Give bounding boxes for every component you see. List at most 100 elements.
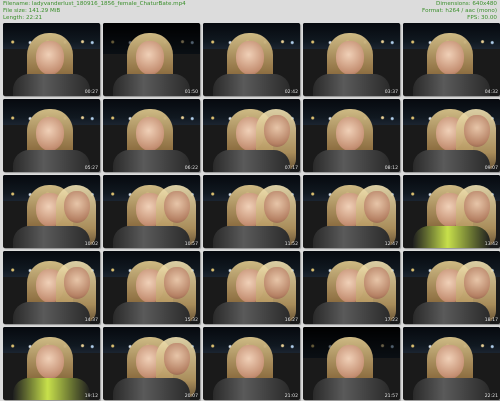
person2-face xyxy=(464,267,490,299)
timestamp-label: 14:37 xyxy=(84,318,98,323)
person-shirt xyxy=(213,150,290,172)
person-face xyxy=(436,41,464,75)
person-face xyxy=(36,41,64,75)
person-shirt xyxy=(113,74,190,96)
person-shirt xyxy=(413,302,490,324)
timestamp-label: 22:21 xyxy=(484,394,498,399)
thumbnail[interactable]: 08:12 xyxy=(303,99,400,172)
timestamp-label: 11:52 xyxy=(284,242,298,247)
person2-face xyxy=(164,191,190,223)
timestamp-label: 16:27 xyxy=(284,318,298,323)
timestamp-label: 09:07 xyxy=(484,166,498,171)
person-face xyxy=(36,345,64,379)
timestamp-label: 19:12 xyxy=(84,394,98,399)
thumbnail[interactable]: 09:07 xyxy=(403,99,500,172)
thumbnail[interactable]: 05:27 xyxy=(3,99,100,172)
thumbnail[interactable]: 22:21 xyxy=(403,327,500,400)
person-shirt xyxy=(113,150,190,172)
timestamp-label: 08:12 xyxy=(384,166,398,171)
filesize-label: File size: 141.29 MiB xyxy=(3,8,61,14)
person-face xyxy=(336,117,364,151)
person-shirt xyxy=(413,74,490,96)
person-face xyxy=(236,345,264,379)
thumbnail[interactable]: 02:42 xyxy=(203,23,300,96)
person2-face xyxy=(164,343,190,375)
person-shirt xyxy=(313,226,390,248)
thumbnail[interactable]: 03:37 xyxy=(303,23,400,96)
thumbnail[interactable]: 00:27 xyxy=(3,23,100,96)
person-shirt xyxy=(213,74,290,96)
timestamp-label: 03:37 xyxy=(384,90,398,95)
person-face xyxy=(236,41,264,75)
thumbnail[interactable]: 18:17 xyxy=(403,251,500,324)
thumbnail[interactable]: 15:32 xyxy=(103,251,200,324)
person-shirt xyxy=(413,226,490,248)
person-face xyxy=(336,345,364,379)
person2-face xyxy=(264,191,290,223)
length-label: Length: 22:21 xyxy=(3,15,43,21)
person-shirt xyxy=(313,150,390,172)
person-shirt xyxy=(313,74,390,96)
dimensions-label: Dimensions: 640x480 xyxy=(436,1,497,7)
timestamp-label: 17:22 xyxy=(384,318,398,323)
timestamp-label: 05:27 xyxy=(84,166,98,171)
timestamp-label: 12:47 xyxy=(384,242,398,247)
person2-face xyxy=(264,267,290,299)
person-shirt xyxy=(113,302,190,324)
thumbnail[interactable]: 06:22 xyxy=(103,99,200,172)
person-shirt xyxy=(413,150,490,172)
person-face xyxy=(436,345,464,379)
person-shirt xyxy=(113,378,190,400)
timestamp-label: 00:27 xyxy=(84,90,98,95)
person-shirt xyxy=(313,302,390,324)
person2-face xyxy=(364,191,390,223)
file-info-left: Filename: ladyvanderlust_180916_1856_fem… xyxy=(3,1,186,22)
thumbnail[interactable]: 17:22 xyxy=(303,251,400,324)
person2-face xyxy=(64,191,90,223)
thumbnail[interactable]: 10:02 xyxy=(3,175,100,248)
thumbnail[interactable]: 10:57 xyxy=(103,175,200,248)
thumbnail[interactable]: 01:50 xyxy=(103,23,200,96)
thumbnail[interactable]: 12:47 xyxy=(303,175,400,248)
thumbnail[interactable]: 04:32 xyxy=(403,23,500,96)
thumbnail[interactable]: 11:52 xyxy=(203,175,300,248)
person2-face xyxy=(464,191,490,223)
timestamp-label: 20:07 xyxy=(184,394,198,399)
file-info-header: Filename: ladyvanderlust_180916_1856_fem… xyxy=(0,0,500,23)
thumbnail[interactable]: 20:07 xyxy=(103,327,200,400)
thumbnail[interactable]: 16:27 xyxy=(203,251,300,324)
person-shirt xyxy=(13,378,90,400)
person-face xyxy=(136,117,164,151)
person2-face xyxy=(164,267,190,299)
timestamp-label: 07:17 xyxy=(284,166,298,171)
timestamp-label: 15:32 xyxy=(184,318,198,323)
person-shirt xyxy=(13,150,90,172)
thumbnail[interactable]: 21:57 xyxy=(303,327,400,400)
format-label: Format: h264 / aac (mono) xyxy=(422,8,497,14)
person2-face xyxy=(264,115,290,147)
person-shirt xyxy=(13,226,90,248)
file-info-right: Dimensions: 640x480 Format: h264 / aac (… xyxy=(422,1,497,22)
thumbnail[interactable]: 13:42 xyxy=(403,175,500,248)
thumbnail[interactable]: 07:17 xyxy=(203,99,300,172)
thumbnail[interactable]: 21:02 xyxy=(203,327,300,400)
timestamp-label: 02:42 xyxy=(284,90,298,95)
person-shirt xyxy=(13,302,90,324)
timestamp-label: 04:32 xyxy=(484,90,498,95)
filename-label: Filename: ladyvanderlust_180916_1856_fem… xyxy=(3,1,186,7)
timestamp-label: 01:50 xyxy=(184,90,198,95)
timestamp-label: 10:57 xyxy=(184,242,198,247)
timestamp-label: 18:17 xyxy=(484,318,498,323)
person-face xyxy=(36,117,64,151)
person-shirt xyxy=(213,302,290,324)
person-shirt xyxy=(213,378,290,400)
timestamp-label: 21:57 xyxy=(384,394,398,399)
person-shirt xyxy=(413,378,490,400)
thumbnail[interactable]: 19:12 xyxy=(3,327,100,400)
timestamp-label: 21:02 xyxy=(284,394,298,399)
person-face xyxy=(136,41,164,75)
thumbnail-grid: 00:27 01:50 02:42 03:37 04:32 05:27 06:22 07:17… xyxy=(3,23,500,400)
timestamp-label: 10:02 xyxy=(84,242,98,247)
fps-label: FPS: 30.00 xyxy=(467,15,497,21)
thumbnail[interactable]: 14:37 xyxy=(3,251,100,324)
